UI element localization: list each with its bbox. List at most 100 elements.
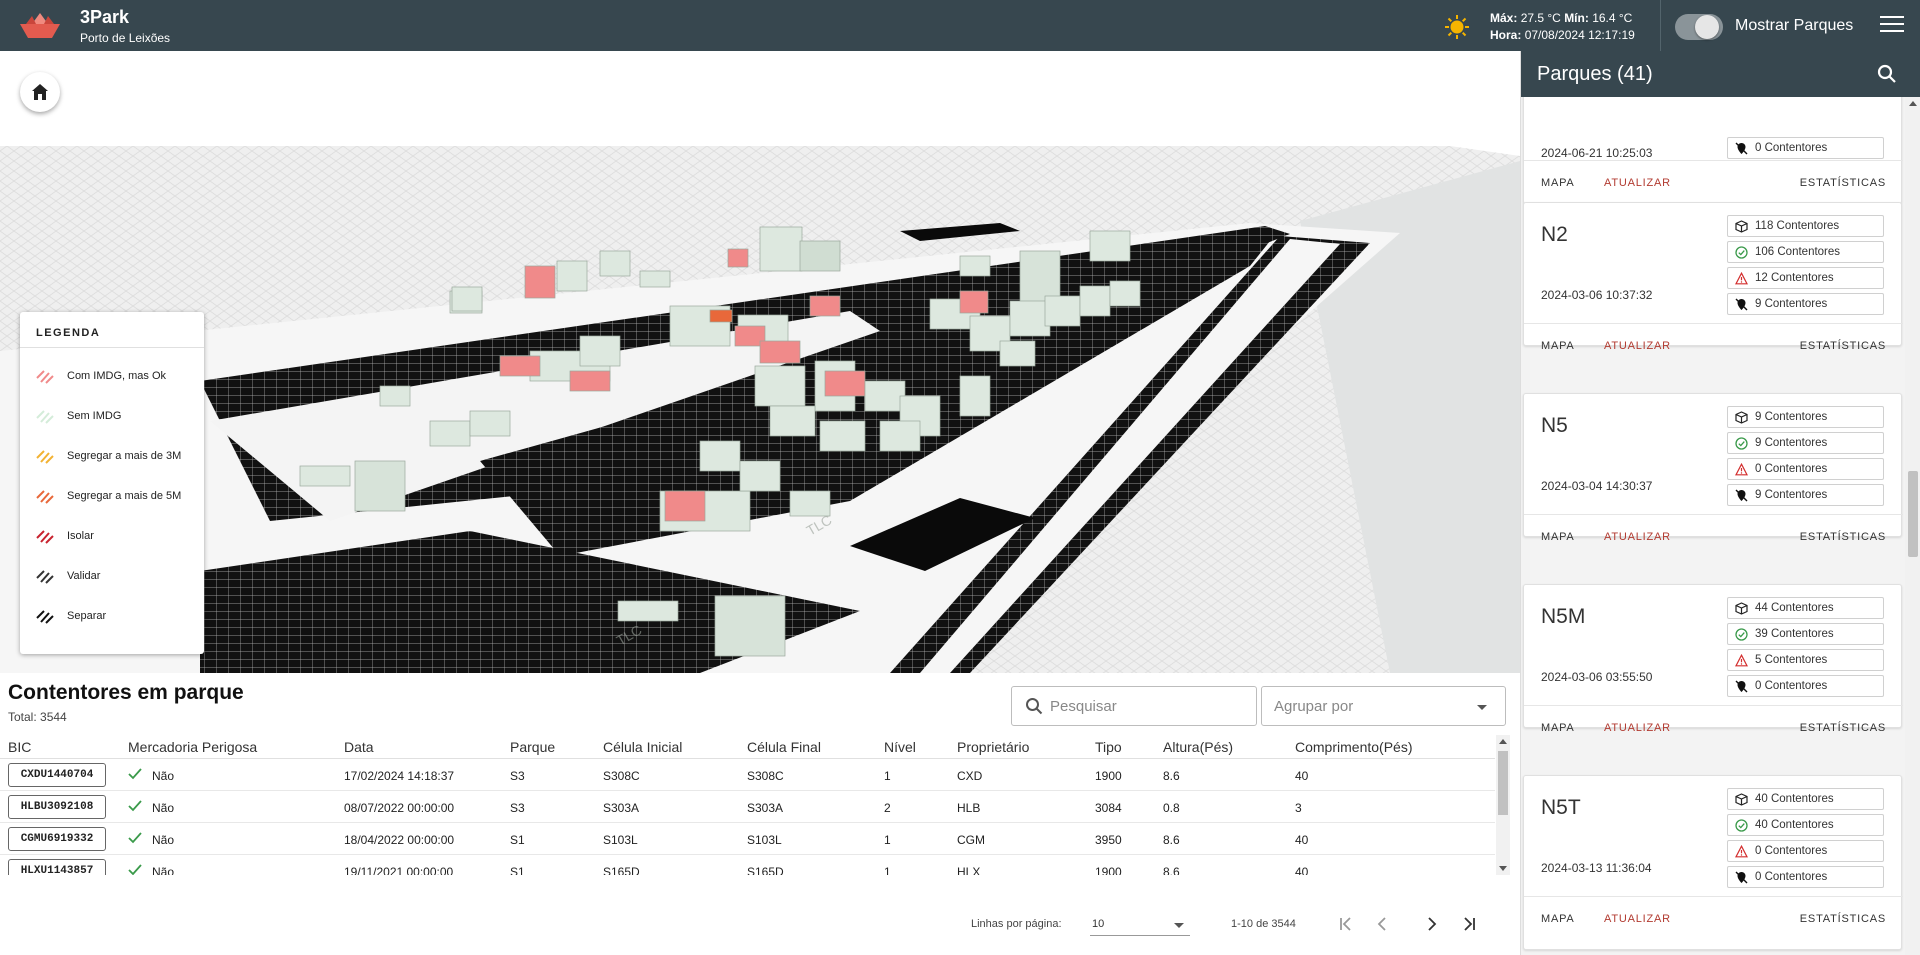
stat-label: 0 Contentores xyxy=(1755,680,1828,692)
search-field[interactable] xyxy=(1011,686,1257,726)
table-row[interactable]: HLXU1143857 Não 19/11/2021 00:00:00 S1 S… xyxy=(0,855,1495,875)
stat-label: 106 Contentores xyxy=(1755,246,1841,258)
scroll-up-icon[interactable] xyxy=(1499,739,1507,744)
show-parks-label: Mostrar Parques xyxy=(1735,17,1854,34)
home-button[interactable] xyxy=(20,72,60,112)
map-button[interactable]: MAPA xyxy=(1541,722,1575,734)
show-parks-toggle[interactable] xyxy=(1675,14,1723,40)
scroll-thumb[interactable] xyxy=(1498,751,1508,815)
menu-icon[interactable] xyxy=(1880,16,1904,36)
park-card: N5 2024-03-04 14:30:37 9 Contentores 9 C… xyxy=(1523,393,1903,543)
time-label: Hora: xyxy=(1490,28,1522,42)
header-divider xyxy=(1660,0,1661,51)
stat-label: 9 Contentores xyxy=(1755,298,1828,310)
column-header[interactable]: Nível xyxy=(884,739,916,755)
scroll-down-icon[interactable] xyxy=(1499,866,1507,871)
legend-label: Segregar a mais de 3M xyxy=(67,450,182,462)
min-temp: 16.4 °C xyxy=(1592,11,1633,25)
bic-chip[interactable]: CXDU1440704 xyxy=(8,763,106,787)
card-actions: MAPA ATUALIZAR ESTATÍSTICAS xyxy=(1524,323,1903,367)
max-label: Máx: xyxy=(1490,11,1518,25)
weather-info: Máx: 27.5 °C Mín: 16.4 °C Hora: 07/08/20… xyxy=(1490,10,1635,44)
stat-not-located: 0 Contentores xyxy=(1727,866,1884,888)
column-header[interactable]: Altura(Pés) xyxy=(1163,739,1233,755)
statistics-button[interactable]: ESTATÍSTICAS xyxy=(1800,531,1886,543)
table-total: Total: 3544 xyxy=(8,710,67,724)
next-page-icon[interactable] xyxy=(1423,915,1441,933)
height-cell: 8.6 xyxy=(1163,769,1180,783)
rows-per-page-select[interactable]: 10 xyxy=(1090,914,1190,936)
search-input[interactable] xyxy=(1050,695,1245,717)
map-3d-view[interactable]: TLC TLC LEGENDA Com IMDG, mas Ok Sem IMD… xyxy=(0,51,1520,673)
column-header[interactable]: Tipo xyxy=(1095,739,1122,755)
table-row[interactable]: CGMU6919332 Não 18/04/2022 00:00:00 S1 S… xyxy=(0,823,1495,855)
column-header[interactable]: Data xyxy=(344,739,374,755)
legend-label: Segregar a mais de 5M xyxy=(67,490,182,502)
column-header[interactable]: Célula Final xyxy=(747,739,821,755)
hatch-swatch-icon xyxy=(36,370,54,384)
rows-per-page-label: Linhas por página: xyxy=(971,918,1062,930)
legend-item: Isolar xyxy=(36,526,204,546)
location-off-icon xyxy=(1735,489,1748,502)
max-temp: 27.5 °C xyxy=(1520,11,1561,25)
sun-icon xyxy=(1445,15,1469,39)
dangerous-goods-cell: Não xyxy=(152,833,175,847)
update-button[interactable]: ATUALIZAR xyxy=(1604,531,1671,543)
date-cell: 17/02/2024 14:18:37 xyxy=(344,769,455,783)
bic-chip[interactable]: HLXU1143857 xyxy=(8,859,106,875)
map-button[interactable]: MAPA xyxy=(1541,177,1575,189)
check-circle-icon xyxy=(1735,819,1748,832)
column-header[interactable]: BIC xyxy=(8,739,31,755)
table-row[interactable]: CXDU1440704 Não 17/02/2024 14:18:37 S3 S… xyxy=(0,759,1495,791)
park-cell: S3 xyxy=(510,801,525,815)
column-header[interactable]: Proprietário xyxy=(957,739,1029,755)
type-cell: 3950 xyxy=(1095,833,1122,847)
owner-cell: HLB xyxy=(957,801,981,815)
check-icon xyxy=(128,800,142,812)
park-card: N2 2024-03-06 10:37:32 118 Contentores 1… xyxy=(1523,202,1903,352)
statistics-button[interactable]: ESTATÍSTICAS xyxy=(1800,913,1886,925)
update-button[interactable]: ATUALIZAR xyxy=(1604,722,1671,734)
legend-label: Validar xyxy=(67,570,101,582)
stat-warning: 5 Contentores xyxy=(1727,649,1884,671)
scroll-thumb[interactable] xyxy=(1908,471,1918,557)
last-page-icon[interactable] xyxy=(1460,915,1478,933)
statistics-button[interactable]: ESTATÍSTICAS xyxy=(1800,340,1886,352)
stat-warning: 0 Contentores xyxy=(1727,840,1884,862)
stat-label: 40 Contentores xyxy=(1755,819,1834,831)
column-header[interactable]: Célula Inicial xyxy=(603,739,682,755)
stat-total: 9 Contentores xyxy=(1727,406,1884,428)
statistics-button[interactable]: ESTATÍSTICAS xyxy=(1800,722,1886,734)
type-cell: 1900 xyxy=(1095,865,1122,875)
box-icon xyxy=(1735,411,1748,424)
stat-label: 0 Contentores xyxy=(1755,871,1828,883)
group-by-select[interactable]: Agrupar por xyxy=(1261,686,1506,726)
search-icon[interactable] xyxy=(1877,64,1897,84)
update-button[interactable]: ATUALIZAR xyxy=(1604,340,1671,352)
box-icon xyxy=(1735,220,1748,233)
statistics-button[interactable]: ESTATÍSTICAS xyxy=(1800,177,1886,189)
stat-label: 9 Contentores xyxy=(1755,437,1828,449)
column-header[interactable]: Parque xyxy=(510,739,555,755)
prev-page-icon[interactable] xyxy=(1374,915,1392,933)
update-button[interactable]: ATUALIZAR xyxy=(1604,913,1671,925)
column-header[interactable]: Comprimento(Pés) xyxy=(1295,739,1412,755)
first-page-icon[interactable] xyxy=(1337,915,1355,933)
update-button[interactable]: ATUALIZAR xyxy=(1604,177,1671,189)
table-scrollbar[interactable] xyxy=(1496,735,1510,875)
map-button[interactable]: MAPA xyxy=(1541,531,1575,543)
map-button[interactable]: MAPA xyxy=(1541,913,1575,925)
ship-logo-icon[interactable] xyxy=(18,10,62,42)
check-circle-icon xyxy=(1735,246,1748,259)
warning-icon xyxy=(1735,654,1748,667)
rows-per-page-value: 10 xyxy=(1092,918,1105,930)
scroll-up-icon[interactable] xyxy=(1909,101,1917,106)
bic-chip[interactable]: CGMU6919332 xyxy=(8,827,106,851)
bic-chip[interactable]: HLBU3092108 xyxy=(8,795,106,819)
stat-not-located: 9 Contentores xyxy=(1727,484,1884,506)
column-header[interactable]: Mercadoria Perigosa xyxy=(128,739,257,755)
parks-scrollbar[interactable] xyxy=(1905,97,1920,955)
table-row[interactable]: HLBU3092108 Não 08/07/2022 00:00:00 S3 S… xyxy=(0,791,1495,823)
card-actions: MAPA ATUALIZAR ESTATÍSTICAS xyxy=(1524,160,1903,204)
map-button[interactable]: MAPA xyxy=(1541,340,1575,352)
